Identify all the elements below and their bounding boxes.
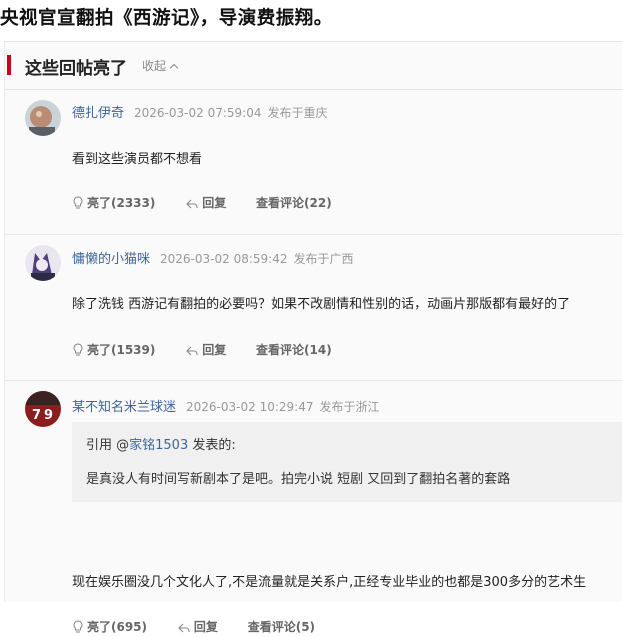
view-replies-link[interactable]: 查看评论(22) xyxy=(256,194,332,211)
comment-item: 79 某不知名米兰球迷 2026-03-02 10:29:47 发布于浙江 引用 @… xyxy=(5,381,622,634)
reply-button[interactable]: 回复 xyxy=(185,341,226,360)
comment-location: 发布于广西 xyxy=(293,252,354,266)
comment-text: 除了洗钱 西游记有翻拍的必要吗？如果不改剧情和性别的话，动画片那版都有最好的了 xyxy=(72,297,571,312)
comment-meta: 慵懒的小猫咪 2026-03-02 08:59:42 发布于广西 xyxy=(72,248,353,267)
comment-text: 现在娱乐圈没几个文化人了,不是流量就是关系户,正经专业毕业的也都是300多分的艺… xyxy=(72,575,587,590)
lightbulb-icon xyxy=(72,343,84,360)
reply-arrow-icon xyxy=(177,622,191,637)
username-link[interactable]: 某不知名米兰球迷 xyxy=(72,400,176,415)
lightbulb-icon xyxy=(72,620,84,637)
view-replies-link[interactable]: 查看评论(14) xyxy=(256,341,332,358)
comment-item: 德扎伊奇 2026-03-02 07:59:04 发布于重庆 看到这些演员都不想看 … xyxy=(5,90,622,235)
comment-location: 发布于浙江 xyxy=(319,400,380,414)
comment-text: 看到这些演员都不想看 xyxy=(72,152,203,167)
comment-meta: 德扎伊奇 2026-03-02 07:59:04 发布于重庆 xyxy=(72,102,327,121)
reply-arrow-icon xyxy=(185,345,199,360)
section-title: 这些回帖亮了 xyxy=(25,59,127,79)
like-button[interactable]: 亮了(695) xyxy=(72,618,147,637)
avatar[interactable] xyxy=(25,245,61,281)
view-replies-link[interactable]: 查看评论(5) xyxy=(248,618,315,635)
accent-bar xyxy=(7,55,11,75)
reply-button[interactable]: 回复 xyxy=(185,194,226,213)
quoted-comment: 引用 @家铭1503 发表的: 是真没人有时间写新剧本了是吧。拍完小说 短剧 又… xyxy=(72,422,622,502)
quote-text: 是真没人有时间写新剧本了是吧。拍完小说 短剧 又回到了翻拍名著的套路 xyxy=(86,472,511,487)
comment-meta: 某不知名米兰球迷 2026-03-02 10:29:47 发布于浙江 xyxy=(72,396,379,415)
avatar[interactable] xyxy=(25,100,61,136)
comment-time: 2026-03-02 08:59:42 xyxy=(160,252,288,266)
comment-actions: 亮了(2333) 回复 查看评论(22) xyxy=(72,194,350,213)
svg-text:7: 7 xyxy=(32,408,41,423)
quote-header: 引用 @家铭1503 发表的: xyxy=(86,438,236,453)
chevron-up-icon xyxy=(169,63,179,73)
comment-time: 2026-03-02 07:59:04 xyxy=(134,106,262,120)
like-button[interactable]: 亮了(2333) xyxy=(72,194,155,213)
svg-text:9: 9 xyxy=(44,408,53,423)
username-link[interactable]: 慵懒的小猫咪 xyxy=(72,252,150,267)
collapse-button[interactable]: 收起 xyxy=(142,57,179,74)
lightbulb-icon xyxy=(72,196,84,213)
reply-arrow-icon xyxy=(185,198,199,213)
reply-button[interactable]: 回复 xyxy=(177,618,218,637)
avatar[interactable]: 79 xyxy=(25,391,61,427)
comment-location: 发布于重庆 xyxy=(267,106,328,120)
section-header: 这些回帖亮了 收起 xyxy=(5,42,622,90)
username-link[interactable]: 德扎伊奇 xyxy=(72,106,124,121)
hot-comments-panel: 这些回帖亮了 收起 德扎伊奇 2026-03-02 07:59:04 发布于重庆 看… xyxy=(4,41,622,634)
comment-item: 慵懒的小猫咪 2026-03-02 08:59:42 发布于广西 除了洗钱 西游记有… xyxy=(5,235,622,381)
collapse-label: 收起 xyxy=(142,59,167,73)
comment-actions: 亮了(695) 回复 查看评论(5) xyxy=(72,618,333,637)
quoted-username-link[interactable]: 家铭1503 xyxy=(129,438,188,453)
comment-time: 2026-03-02 10:29:47 xyxy=(186,400,314,414)
like-button[interactable]: 亮了(1539) xyxy=(72,341,155,360)
comment-actions: 亮了(1539) 回复 查看评论(14) xyxy=(72,341,350,360)
article-headline: 央视官宣翻拍《西游记》，导演费振翔。 xyxy=(0,8,333,29)
